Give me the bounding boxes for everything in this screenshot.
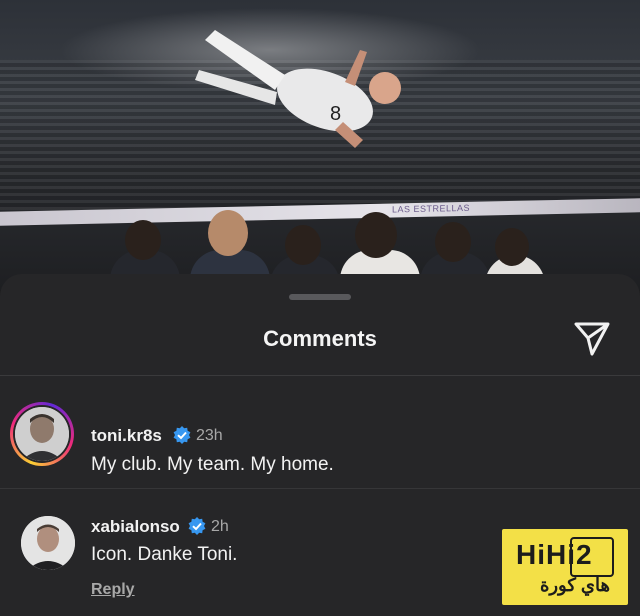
post-photo: 8 LAS ESTRELLAS: [0, 0, 640, 290]
reply-button[interactable]: Reply: [91, 581, 135, 599]
verified-badge-icon: [188, 517, 206, 535]
comment-separator: [0, 488, 640, 489]
username[interactable]: xabialonso: [91, 517, 180, 537]
drag-handle[interactable]: [289, 294, 351, 300]
username[interactable]: toni.kr8s: [91, 426, 162, 446]
watermark-arabic-text: هاي كورة: [539, 575, 610, 595]
story-ring[interactable]: [10, 402, 74, 466]
avatar[interactable]: [21, 516, 75, 570]
player-figure: 8: [195, 30, 401, 148]
comment-text: My club. My team. My home.: [91, 454, 334, 475]
comment-time: 23h: [196, 427, 223, 444]
comment-item: toni.kr8s 23h My club. My team. My home.: [0, 400, 640, 490]
paper-plane-icon[interactable]: [572, 318, 612, 358]
watermark-text: HiHi2: [516, 539, 593, 570]
svg-text:8: 8: [330, 103, 341, 125]
comment-text: Icon. Danke Toni.: [91, 544, 238, 565]
sheet-title: Comments: [263, 326, 377, 351]
verified-badge-icon: [173, 426, 191, 444]
comment-time: 2h: [211, 518, 229, 535]
watermark-logo: HiHi2 هاي كورة: [502, 529, 628, 605]
avatar: [15, 407, 69, 461]
header-divider: [0, 375, 640, 376]
